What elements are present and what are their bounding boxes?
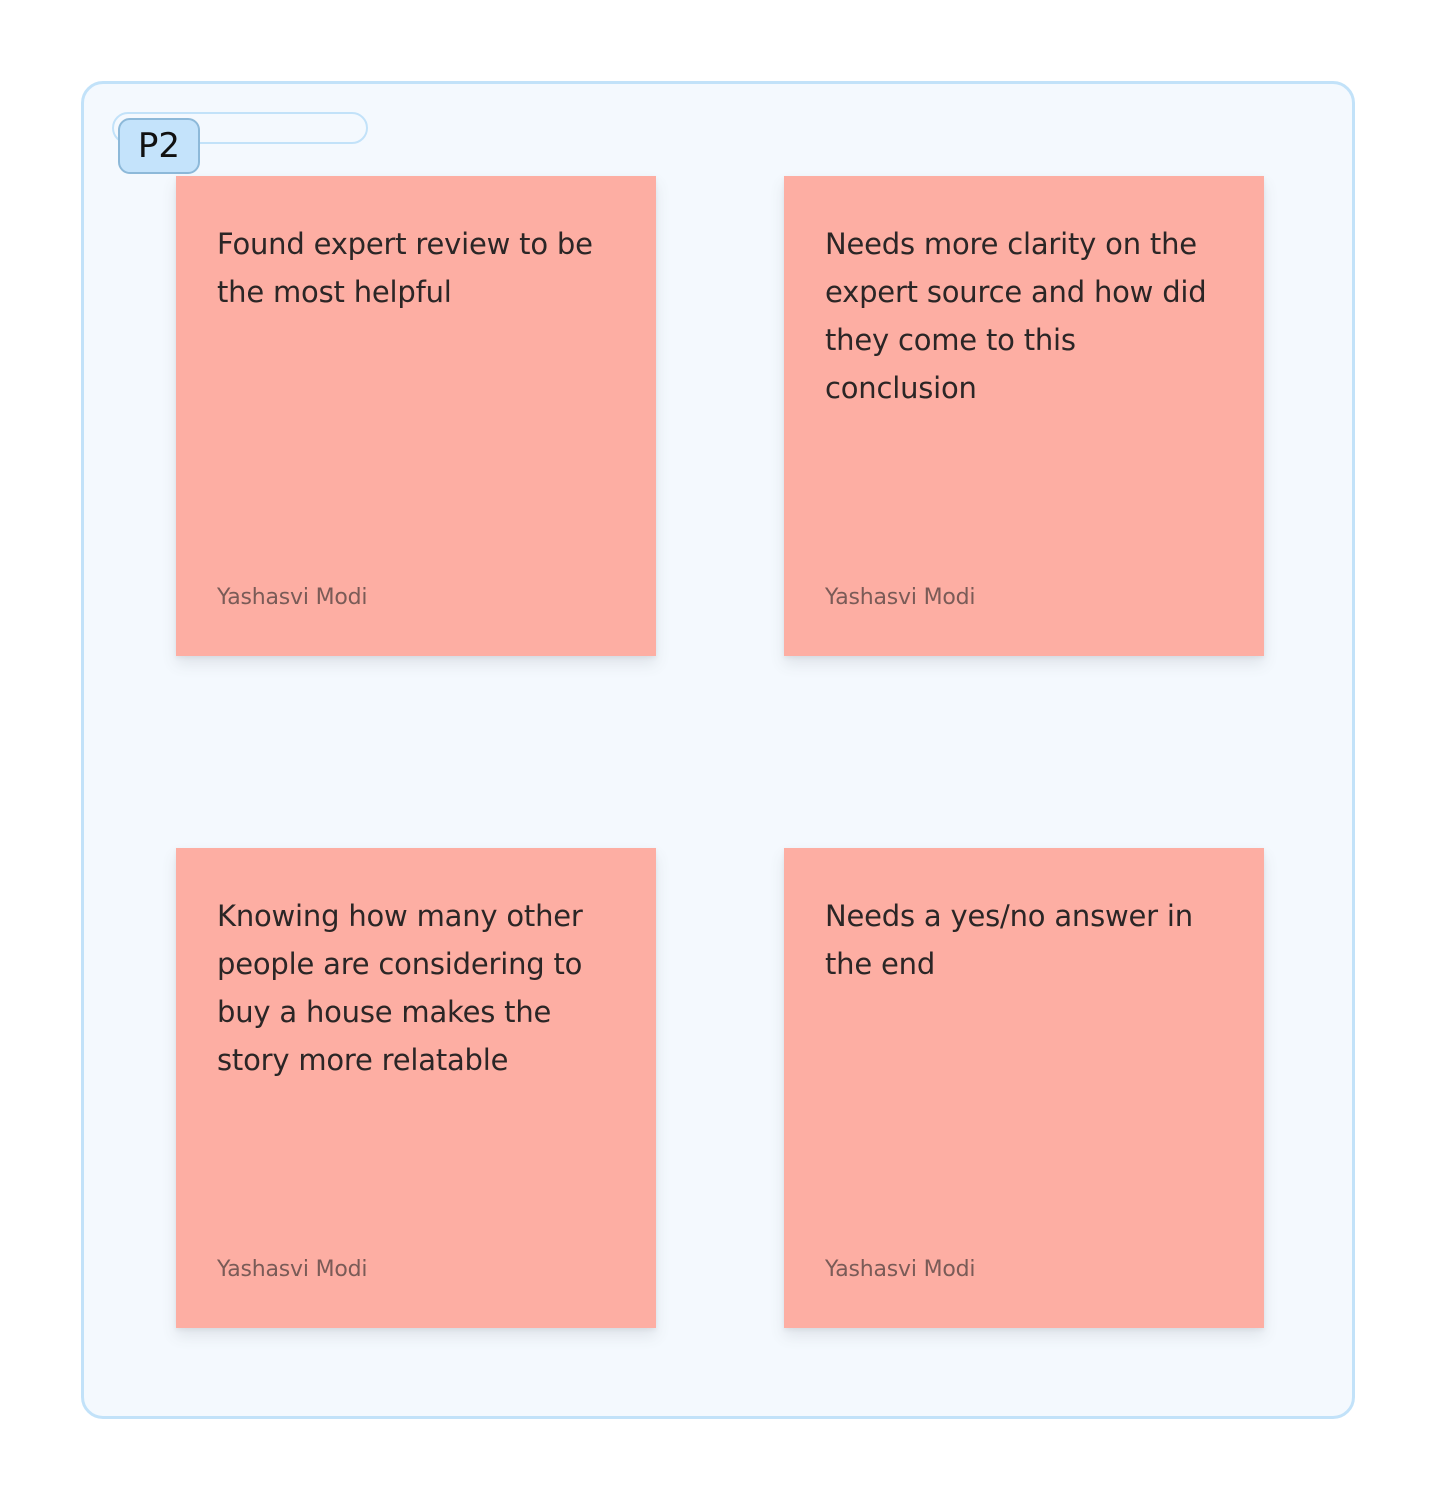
sticky-note-text: Found expert review to be the most helpf… xyxy=(217,227,593,309)
sticky-note[interactable]: Needs more clarity on the expert source … xyxy=(784,176,1264,656)
sticky-note-author: Yashasvi Modi xyxy=(217,1257,368,1282)
sticky-note-author: Yashasvi Modi xyxy=(825,585,976,610)
section-label[interactable]: P2 xyxy=(118,118,200,174)
sticky-note[interactable]: Needs a yes/no answer in the end Yashasv… xyxy=(784,848,1264,1328)
sticky-note-author: Yashasvi Modi xyxy=(825,1257,976,1282)
sticky-note-text: Needs a yes/no answer in the end xyxy=(825,899,1193,981)
sticky-note-text: Knowing how many other people are consid… xyxy=(217,899,583,1077)
sticky-note[interactable]: Found expert review to be the most helpf… xyxy=(176,176,656,656)
sticky-note[interactable]: Knowing how many other people are consid… xyxy=(176,848,656,1328)
sticky-note-author: Yashasvi Modi xyxy=(217,585,368,610)
sticky-note-text: Needs more clarity on the expert source … xyxy=(825,227,1207,405)
